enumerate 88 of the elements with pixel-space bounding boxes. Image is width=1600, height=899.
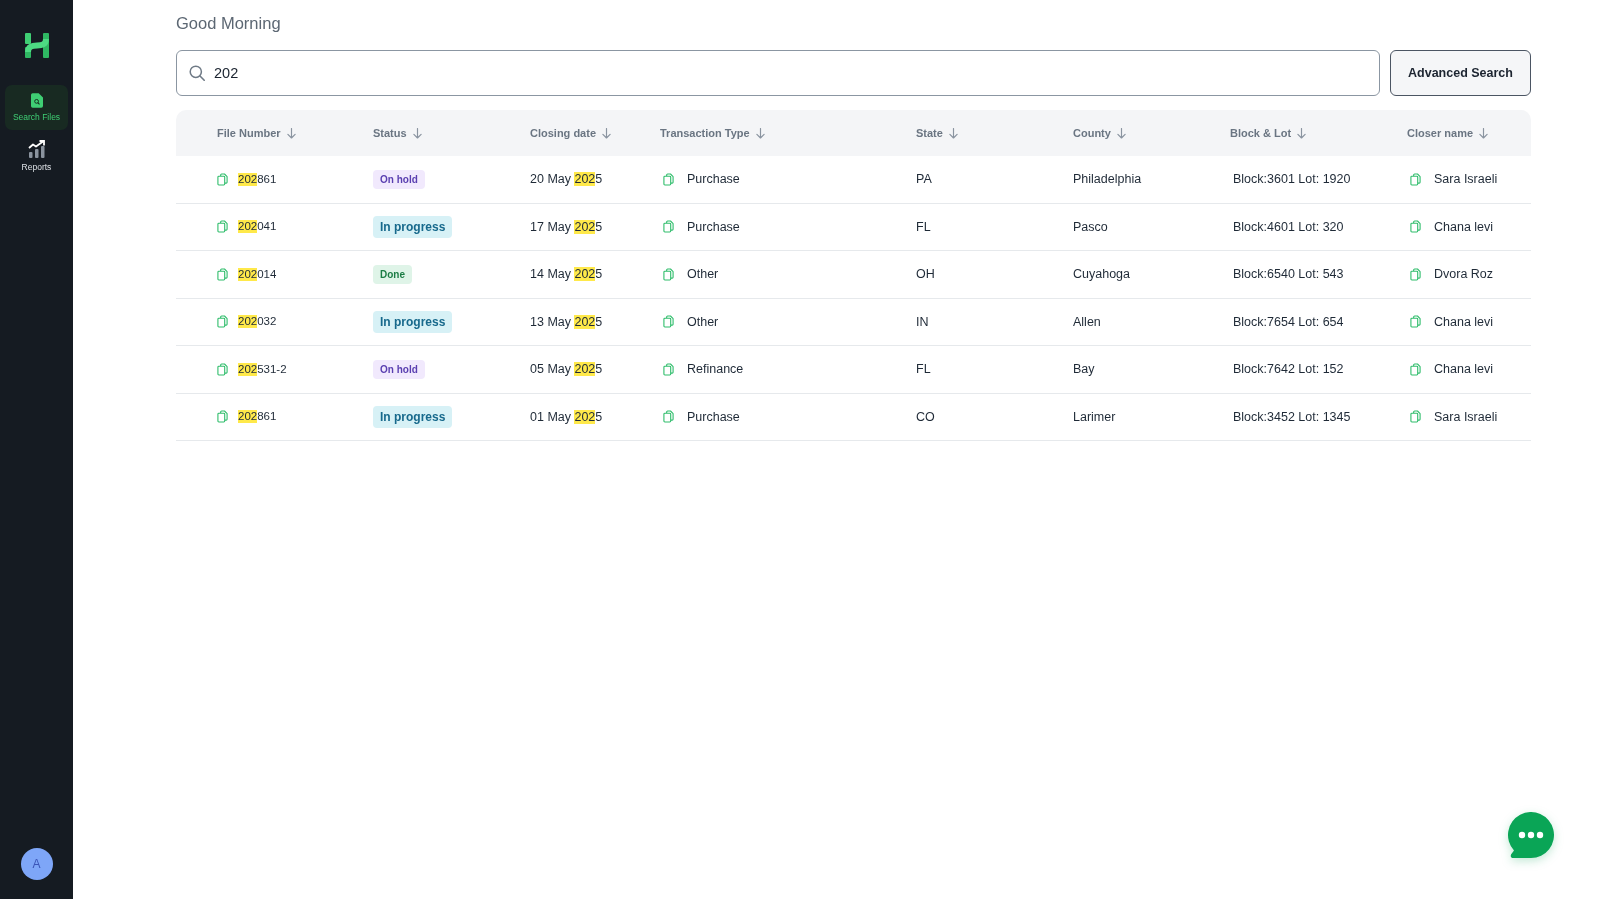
closer-name: Chana levi: [1434, 314, 1494, 329]
closing-date: 05 May 2025: [530, 362, 603, 377]
county-name: Bay: [1073, 362, 1095, 377]
state-code: CO: [916, 409, 935, 424]
status-badge: On hold: [373, 169, 425, 189]
county-name: Philadelphia: [1073, 172, 1142, 187]
transaction-type: Other: [687, 314, 719, 329]
copy-icon[interactable]: [1410, 362, 1421, 376]
arrow-down-icon: [602, 127, 611, 139]
copy-icon[interactable]: [663, 362, 674, 376]
column-header[interactable]: Block & Lot: [1230, 127, 1307, 139]
copy-icon[interactable]: [663, 172, 674, 186]
advanced-search-button[interactable]: Advanced Search: [1390, 50, 1531, 96]
search-field[interactable]: 202: [176, 50, 1380, 96]
transaction-type: Purchase: [687, 219, 740, 234]
closer-name: Sara Israeli: [1434, 409, 1498, 424]
nav-item[interactable]: Search Files: [5, 85, 68, 130]
file-number[interactable]: 202531-2: [238, 362, 287, 376]
copy-icon[interactable]: [1410, 315, 1421, 329]
status-badge: In progress: [373, 215, 453, 238]
closing-date: 13 May 2025: [530, 314, 603, 329]
column-header[interactable]: Closing date: [530, 127, 611, 139]
status-badge: On hold: [373, 359, 425, 379]
status-badge: In progress: [373, 405, 453, 428]
county-name: Larimer: [1073, 409, 1116, 424]
closing-date: 17 May 2025: [530, 219, 603, 234]
closer-name: Sara Israeli: [1434, 172, 1498, 187]
copy-icon[interactable]: [1410, 172, 1421, 186]
column-header[interactable]: File Number: [217, 127, 296, 139]
state-code: PA: [916, 172, 932, 187]
arrow-down-icon: [1116, 127, 1126, 139]
state-code: IN: [916, 314, 929, 329]
arrow-down-icon: [412, 127, 422, 139]
copy-icon[interactable]: [217, 410, 228, 424]
column-header[interactable]: Transaction Type: [660, 127, 765, 139]
block-lot: Block:6540 Lot: 543: [1233, 267, 1344, 282]
state-code: FL: [916, 219, 931, 234]
closer-name: Chana levi: [1434, 362, 1494, 377]
arrow-down-icon: [755, 127, 765, 139]
copy-icon[interactable]: [217, 220, 228, 234]
transaction-type: Purchase: [687, 172, 740, 187]
logo[interactable]: [24, 33, 49, 58]
chat-button[interactable]: [1507, 812, 1555, 859]
block-lot: Block:3452 Lot: 1345: [1233, 409, 1351, 424]
closing-date: 14 May 2025: [530, 267, 603, 282]
copy-icon[interactable]: [217, 172, 228, 186]
column-header[interactable]: Closer name: [1407, 127, 1489, 139]
block-lot: Block:4601 Lot: 320: [1233, 219, 1344, 234]
copy-icon[interactable]: [663, 315, 674, 329]
copy-icon[interactable]: [217, 315, 228, 329]
arrow-down-icon: [948, 127, 958, 139]
copy-icon[interactable]: [1410, 267, 1421, 281]
transaction-type: Other: [687, 267, 719, 282]
copy-icon[interactable]: [663, 410, 674, 424]
copy-icon[interactable]: [217, 362, 228, 376]
column-header[interactable]: Status: [373, 127, 422, 139]
state-code: OH: [916, 267, 935, 282]
copy-icon[interactable]: [217, 267, 228, 281]
transaction-type: Purchase: [687, 409, 740, 424]
chart-icon: [27, 139, 46, 158]
column-header[interactable]: County: [1073, 127, 1126, 139]
copy-icon[interactable]: [1410, 410, 1421, 424]
closing-date: 20 May 2025: [530, 172, 603, 187]
arrow-down-icon: [286, 127, 296, 139]
county-name: Allen: [1073, 314, 1101, 329]
block-lot: Block:3601 Lot: 1920: [1233, 172, 1351, 187]
copy-icon[interactable]: [663, 220, 674, 234]
closer-name: Dvora Roz: [1434, 267, 1494, 282]
arrow-down-icon: [1297, 127, 1307, 139]
closing-date: 01 May 2025: [530, 409, 603, 424]
nav-item[interactable]: Reports: [5, 133, 68, 178]
county-name: Cuyahoga: [1073, 267, 1130, 282]
county-name: Pasco: [1073, 219, 1108, 234]
chat-icon: [1507, 812, 1555, 859]
column-header[interactable]: State: [916, 127, 958, 139]
closer-name: Chana levi: [1434, 219, 1494, 234]
block-lot: Block:7642 Lot: 152: [1233, 362, 1344, 377]
status-badge: Done: [373, 264, 412, 284]
transaction-type: Refinance: [687, 362, 744, 377]
search-icon: [189, 65, 205, 81]
copy-icon[interactable]: [1410, 220, 1421, 234]
file-search-icon: [30, 93, 43, 108]
block-lot: Block:7654 Lot: 654: [1233, 314, 1344, 329]
status-badge: In progress: [373, 310, 453, 333]
greeting: Good Morning: [176, 13, 282, 33]
state-code: FL: [916, 362, 931, 377]
arrow-down-icon: [1479, 127, 1489, 139]
copy-icon[interactable]: [663, 267, 674, 281]
